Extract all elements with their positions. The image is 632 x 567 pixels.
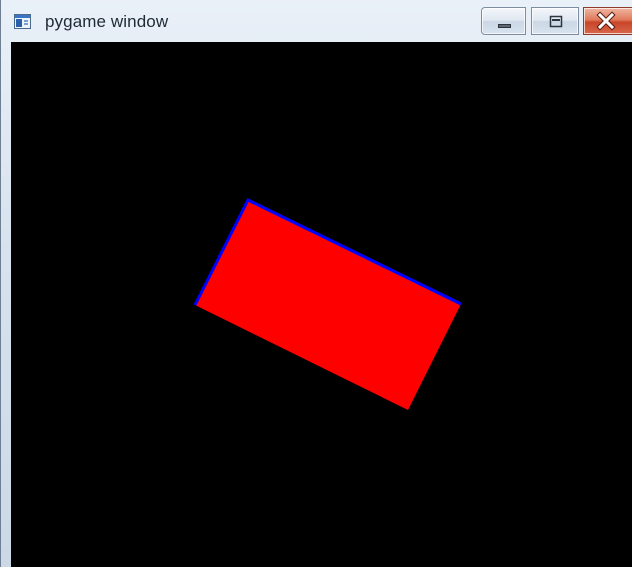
pygame-window: pygame window xyxy=(0,0,632,567)
maximize-button[interactable] xyxy=(531,7,579,35)
maximize-icon xyxy=(549,15,563,28)
pygame-app-icon[interactable] xyxy=(14,14,31,29)
rotated-rectangle xyxy=(195,200,461,410)
title-bar[interactable]: pygame window xyxy=(1,0,632,42)
game-canvas[interactable] xyxy=(11,42,632,567)
window-title: pygame window xyxy=(45,12,169,31)
close-button[interactable] xyxy=(583,7,632,35)
close-icon xyxy=(596,11,616,31)
minimize-icon xyxy=(498,24,511,28)
minimize-button[interactable] xyxy=(481,7,526,35)
